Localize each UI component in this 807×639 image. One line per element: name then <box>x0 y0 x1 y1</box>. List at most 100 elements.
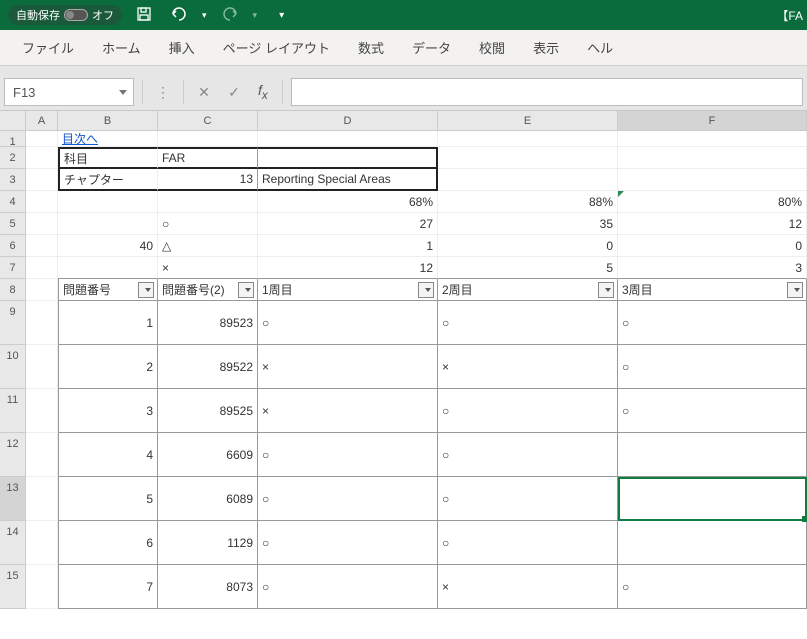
cell[interactable]: ○ <box>618 565 807 609</box>
undo-dropdown-icon[interactable]: ▾ <box>202 10 207 21</box>
tab-help[interactable]: ヘル <box>573 30 627 65</box>
cell[interactable]: 6089 <box>158 477 258 521</box>
cell[interactable]: ○ <box>438 389 618 433</box>
cell[interactable]: 89522 <box>158 345 258 389</box>
cell[interactable]: 1 <box>58 301 158 345</box>
cell[interactable] <box>618 521 807 565</box>
cell[interactable]: 68% <box>258 191 438 213</box>
cell[interactable]: ○ <box>258 477 438 521</box>
cell[interactable]: 3 <box>58 389 158 433</box>
cell[interactable]: 12 <box>618 213 807 235</box>
cell[interactable]: 0 <box>618 235 807 257</box>
cells-area[interactable]: 目次へ 科目FAR チャプター13Reporting Special Areas… <box>26 131 807 609</box>
redo-dropdown-icon[interactable]: ▾ <box>253 10 258 21</box>
save-button[interactable] <box>132 4 156 27</box>
redo-button[interactable] <box>217 4 243 27</box>
cell[interactable]: ○ <box>158 213 258 235</box>
fx-icon[interactable]: fx <box>258 82 268 102</box>
col-header-c[interactable]: C <box>158 111 258 130</box>
cell[interactable]: 2 <box>58 345 158 389</box>
row-header[interactable]: 11 <box>0 389 25 433</box>
cell[interactable]: 35 <box>438 213 618 235</box>
col-header-a[interactable]: A <box>26 111 58 130</box>
row-header[interactable]: 13 <box>0 477 25 521</box>
tab-file[interactable]: ファイル <box>8 30 88 65</box>
cell[interactable]: ○ <box>438 301 618 345</box>
cell[interactable]: 8073 <box>158 565 258 609</box>
cell[interactable]: 4 <box>58 433 158 477</box>
filter-dropdown-icon[interactable] <box>245 288 251 292</box>
cell[interactable]: 27 <box>258 213 438 235</box>
confirm-button[interactable]: ✓ <box>222 80 246 104</box>
name-box[interactable]: F13 <box>4 78 134 106</box>
cell[interactable]: 5 <box>58 477 158 521</box>
tab-home[interactable]: ホーム <box>88 30 155 65</box>
cell[interactable]: △ <box>158 235 258 257</box>
row-header[interactable]: 8 <box>0 279 25 301</box>
cell[interactable]: ○ <box>258 301 438 345</box>
tab-review[interactable]: 校閲 <box>465 30 519 65</box>
cell[interactable]: × <box>258 345 438 389</box>
filter-header[interactable]: 1周目 <box>258 279 438 301</box>
filter-header[interactable]: 問題番号(2) <box>158 279 258 301</box>
row-header[interactable]: 6 <box>0 235 25 257</box>
cell[interactable]: 7 <box>58 565 158 609</box>
row-header[interactable]: 15 <box>0 565 25 609</box>
autosave-toggle[interactable]: 自動保存 オフ <box>8 5 122 25</box>
filter-dropdown-icon[interactable] <box>145 288 151 292</box>
cell[interactable]: ○ <box>258 565 438 609</box>
cell[interactable]: 科目 <box>58 147 158 169</box>
tab-page-layout[interactable]: ページ レイアウト <box>209 30 344 65</box>
qat-customize-icon[interactable]: ▾ <box>275 8 288 23</box>
undo-button[interactable] <box>166 4 192 27</box>
filter-header[interactable]: 2周目 <box>438 279 618 301</box>
cell-selected[interactable] <box>618 477 807 521</box>
cell[interactable]: Reporting Special Areas <box>258 169 438 191</box>
col-header-e[interactable]: E <box>438 111 618 130</box>
row-header[interactable]: 9 <box>0 301 25 345</box>
cell[interactable]: 40 <box>58 235 158 257</box>
formula-input[interactable] <box>291 78 803 106</box>
cell[interactable]: 0 <box>438 235 618 257</box>
filter-dropdown-icon[interactable] <box>425 288 431 292</box>
cell[interactable]: 1 <box>258 235 438 257</box>
row-header[interactable]: 14 <box>0 521 25 565</box>
col-header-d[interactable]: D <box>258 111 438 130</box>
row-header[interactable]: 2 <box>0 147 25 169</box>
cell[interactable]: 12 <box>258 257 438 279</box>
cell[interactable]: 1129 <box>158 521 258 565</box>
cell[interactable]: ○ <box>438 521 618 565</box>
row-header[interactable]: 1 <box>0 131 25 147</box>
row-header[interactable]: 10 <box>0 345 25 389</box>
cell[interactable]: 6609 <box>158 433 258 477</box>
row-header[interactable]: 7 <box>0 257 25 279</box>
cell[interactable]: ○ <box>618 301 807 345</box>
cell[interactable]: FAR <box>158 147 258 169</box>
cell[interactable]: ○ <box>438 433 618 477</box>
cell[interactable]: 80% <box>618 191 807 213</box>
cancel-button[interactable]: ✕ <box>192 80 216 104</box>
link-toc[interactable]: 目次へ <box>58 131 158 147</box>
cell[interactable]: × <box>158 257 258 279</box>
cell[interactable]: 88% <box>438 191 618 213</box>
tab-formulas[interactable]: 数式 <box>344 30 398 65</box>
row-header[interactable]: 12 <box>0 433 25 477</box>
tab-view[interactable]: 表示 <box>519 30 573 65</box>
menu-button[interactable]: ⋮ <box>151 80 175 104</box>
cell[interactable]: 6 <box>58 521 158 565</box>
filter-header[interactable]: 問題番号 <box>58 279 158 301</box>
cell[interactable]: ○ <box>618 345 807 389</box>
select-all-corner[interactable] <box>0 111 26 130</box>
tab-data[interactable]: データ <box>398 30 465 65</box>
cell[interactable]: ○ <box>258 433 438 477</box>
cell[interactable]: 13 <box>158 169 258 191</box>
cell[interactable]: × <box>438 565 618 609</box>
cell[interactable]: チャプター <box>58 169 158 191</box>
cell[interactable]: ○ <box>618 389 807 433</box>
spreadsheet-grid[interactable]: A B C D E F 1 2 3 4 5 6 7 8 9 10 11 12 1… <box>0 111 807 609</box>
cell[interactable]: 5 <box>438 257 618 279</box>
filter-dropdown-icon[interactable] <box>794 288 800 292</box>
cell[interactable]: 3 <box>618 257 807 279</box>
tab-insert[interactable]: 挿入 <box>155 30 209 65</box>
cell[interactable]: ○ <box>438 477 618 521</box>
